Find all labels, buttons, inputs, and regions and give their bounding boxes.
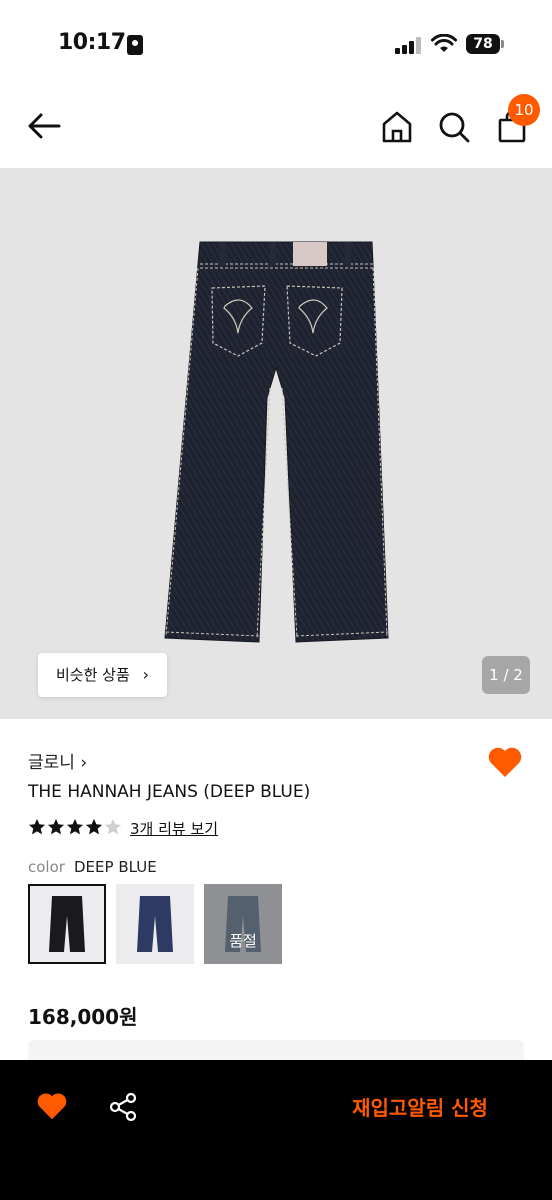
- color-swatch-soldout[interactable]: 품절: [204, 884, 282, 964]
- status-bar: 10:17 78: [0, 0, 552, 84]
- similar-products-label: 비슷한 상품: [56, 666, 130, 684]
- restock-alert-button[interactable]: 재입고알림 신청: [320, 1088, 520, 1128]
- star-empty-icon: [104, 818, 122, 835]
- color-label: color: [28, 858, 65, 876]
- battery-cap: [501, 40, 504, 48]
- color-swatch-black[interactable]: [28, 884, 106, 964]
- cellular-signal-icon: [395, 36, 423, 54]
- heart-icon: [488, 747, 522, 777]
- jeans-product-photo: [164, 241, 389, 643]
- brand-link[interactable]: 글로니 ›: [28, 748, 87, 773]
- product-name: THE HANNAH JEANS (DEEP BLUE): [28, 782, 311, 802]
- back-arrow-icon: [28, 113, 61, 139]
- star-filled-icon: [47, 818, 65, 835]
- cart-count-badge: 10: [508, 94, 540, 126]
- star-filled-icon: [66, 818, 84, 835]
- color-swatch-deep-blue[interactable]: [116, 884, 194, 964]
- soldout-label: 품절: [229, 932, 257, 950]
- home-button[interactable]: [380, 110, 414, 148]
- color-value: DEEP BLUE: [74, 858, 157, 876]
- search-button[interactable]: [437, 110, 471, 148]
- swatch-jeans-thumbnail: [49, 896, 85, 952]
- back-button[interactable]: [26, 110, 62, 146]
- similar-products-button[interactable]: 비슷한 상품 ›: [38, 653, 167, 697]
- star-filled-icon: [28, 818, 46, 835]
- review-link[interactable]: 3개 리뷰 보기: [130, 818, 218, 839]
- search-icon: [439, 112, 470, 143]
- share-icon: [109, 1092, 137, 1122]
- share-button[interactable]: [108, 1092, 138, 1126]
- battery-indicator: 78: [466, 34, 500, 54]
- image-counter: 1 / 2: [482, 656, 530, 694]
- star-filled-icon: [85, 818, 103, 835]
- swatch-jeans-thumbnail: [137, 896, 173, 952]
- wishlist-button[interactable]: [487, 745, 523, 783]
- swatch-jeans-thumbnail: [225, 896, 261, 952]
- rating-stars: [28, 818, 122, 840]
- id-card-icon: [127, 35, 143, 55]
- bottom-action-bar: 재입고알림 신청: [0, 1060, 552, 1200]
- wifi-icon: [431, 34, 457, 52]
- bottom-wishlist-button[interactable]: [36, 1091, 68, 1125]
- top-navigation: [0, 84, 552, 168]
- heart-icon: [37, 1093, 67, 1120]
- status-time: 10:17: [58, 30, 126, 55]
- chevron-right-icon: ›: [142, 665, 149, 684]
- product-price: 168,000원: [28, 1005, 138, 1029]
- home-icon: [382, 111, 412, 143]
- product-image-gallery[interactable]: 비슷한 상품 › 1 / 2: [0, 168, 552, 719]
